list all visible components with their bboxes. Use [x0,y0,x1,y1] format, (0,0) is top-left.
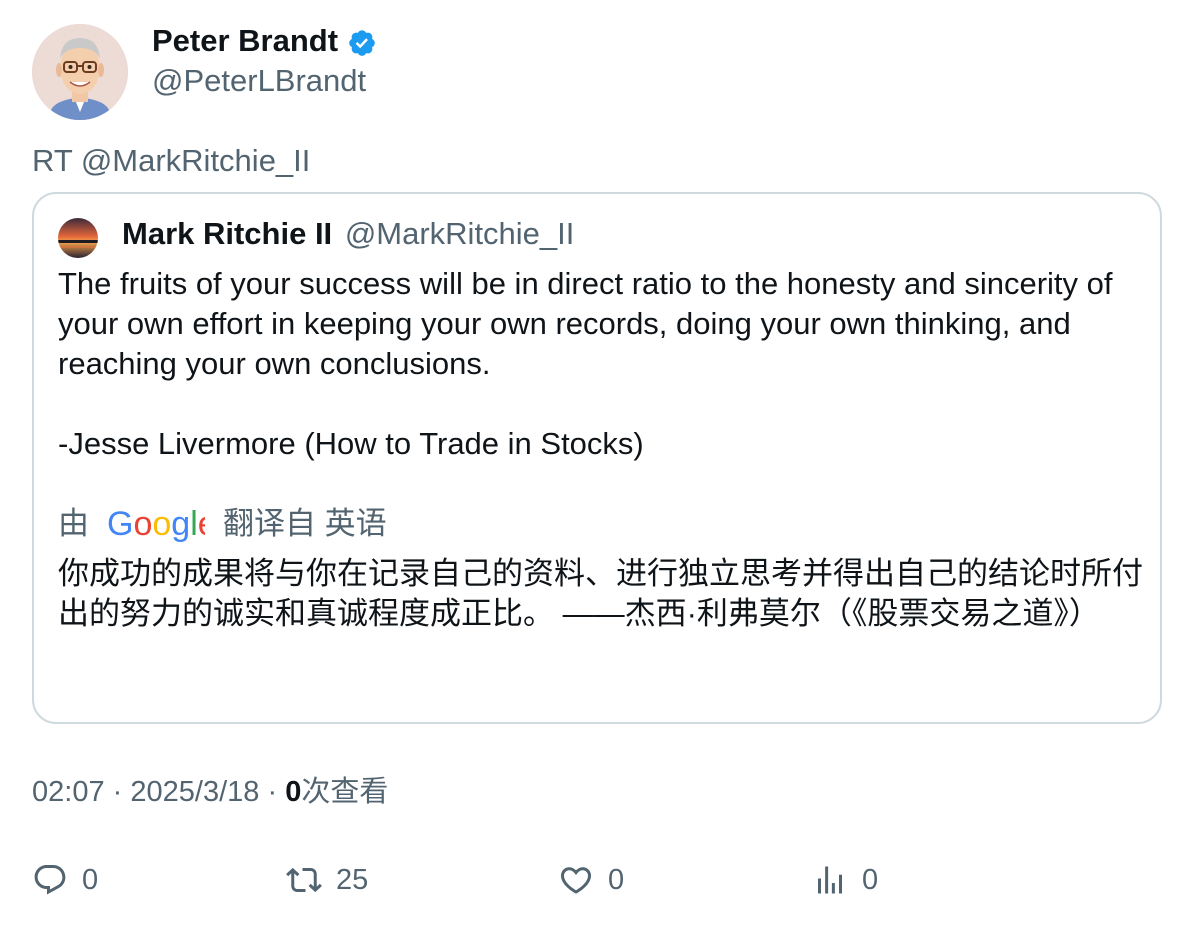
retweet-icon [286,867,322,893]
meta-separator: · [267,776,278,808]
retweet-button[interactable]: 25 [286,858,368,902]
tweet-time[interactable]: 02:07 [32,776,105,808]
quoted-author-name[interactable]: Mark Ritchie II [122,216,332,251]
quoted-tweet-card[interactable]: Mark Ritchie II @MarkRitchie_II The frui… [32,192,1162,724]
like-count: 0 [608,864,625,896]
sunset-avatar-image [58,218,98,258]
translation-prefix: 由 [58,506,89,541]
views-button[interactable]: 0 [812,858,878,902]
views-label: 次查看 [301,776,389,808]
heart-icon [560,867,592,894]
google-logo: Google [107,505,217,543]
reply-count: 0 [82,864,99,896]
tweet-meta: 02:07 · 2025/3/18 · 0次查看 [32,772,388,812]
quoted-author-avatar[interactable] [58,218,98,258]
quoted-tweet-text: The fruits of your success will be in di… [58,266,1113,461]
reply-icon [34,865,66,895]
translated-text: 你成功的成果将与你在记录自己的资料、进行独立思考并得出自己的结论时所付出的努力的… [58,556,1143,631]
quoted-author-handle[interactable]: @MarkRitchie_II [345,216,575,251]
svg-text:Google: Google [107,506,205,542]
tweet-date[interactable]: 2025/3/18 [130,776,259,808]
tweet-actions: 0 25 0 0 [32,858,1172,902]
author-avatar-image [32,24,128,120]
reply-button[interactable]: 0 [32,858,98,902]
translation-suffix: 翻译自 英语 [223,506,387,541]
retweet-text: RT @MarkRitchie_II [32,143,311,178]
meta-separator: · [112,776,123,808]
quoted-author-row: Mark Ritchie II @MarkRitchie_II [122,214,574,254]
views-count: 0 [285,776,302,808]
author-name-row: Peter Brandt [152,22,377,60]
author-handle[interactable]: @PeterLBrandt [152,62,366,100]
author-avatar[interactable] [32,24,128,120]
translation-attribution: 由 Google 翻译自 英语 [58,504,387,544]
verified-badge-icon[interactable] [347,28,377,58]
like-button[interactable]: 0 [558,858,624,902]
retweet-count: 25 [336,864,369,896]
analytics-icon [818,866,842,894]
author-display-name[interactable]: Peter Brandt [152,22,338,60]
views-action-count: 0 [862,864,879,896]
